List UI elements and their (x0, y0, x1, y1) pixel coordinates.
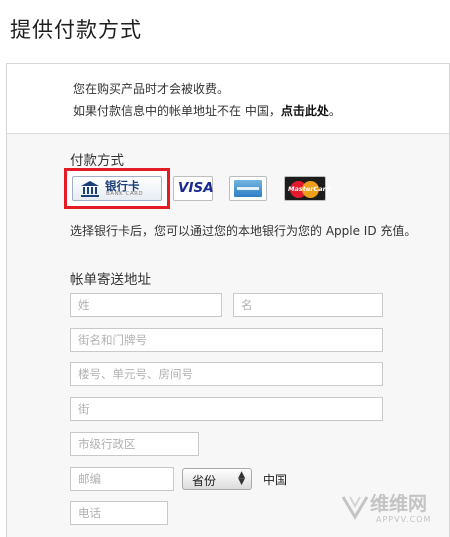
payment-method-title: 付款方式 (70, 153, 124, 169)
province-select-label: 省份 (192, 474, 217, 488)
bank-card-sublabel: BANK CARD (106, 191, 144, 197)
billing-address-title: 帐单寄送地址 (70, 272, 151, 288)
bank-card-option-selected[interactable]: 银行卡 BANK CARD (64, 168, 170, 209)
bank-icon (81, 181, 99, 197)
notice-line-1: 您在购买产品时才会被收费。 (73, 82, 230, 96)
notice-line-2-suffix: 。 (328, 104, 341, 118)
watermark-logo-icon (341, 496, 369, 520)
notice-line-2-prefix: 如果付款信息中的帐单地址不在 中国， (73, 104, 281, 118)
country-label: 中国 (263, 473, 288, 487)
first-name-input[interactable] (233, 293, 383, 317)
phone-input[interactable] (70, 501, 168, 525)
visa-option[interactable]: VISA (173, 176, 214, 201)
watermark-text: 维维网 (370, 493, 428, 515)
amex-logo-icon (234, 180, 262, 197)
watermark-url: APPVV.COM (376, 515, 432, 524)
watermark: 维维网 APPVV.COM (338, 487, 450, 532)
street-line-2-input[interactable] (70, 397, 383, 421)
last-name-input[interactable] (70, 293, 222, 317)
payment-panel: 您在购买产品时才会被收费。 如果付款信息中的帐单地址不在 中国，点击此处。 付款… (6, 63, 450, 537)
charge-notice: 您在购买产品时才会被收费。 如果付款信息中的帐单地址不在 中国，点击此处。 (7, 64, 449, 134)
click-here-link[interactable]: 点击此处 (281, 104, 329, 118)
street-input[interactable] (70, 328, 383, 352)
city-input[interactable] (70, 432, 199, 456)
updown-arrow-icon: ▲ ▼ (238, 470, 245, 487)
province-select[interactable]: 省份 ▲ ▼ (182, 468, 252, 490)
mastercard-option[interactable]: MasterCard (284, 176, 330, 201)
page-title: 提供付款方式 (10, 18, 142, 42)
zip-input[interactable] (70, 467, 174, 491)
unit-input[interactable] (70, 362, 383, 386)
bank-card-description: 选择银行卡后，您可以通过您的本地银行为您的 Apple ID 充值。 (70, 224, 417, 238)
bank-card-button[interactable]: 银行卡 BANK CARD (72, 176, 162, 201)
mastercard-logo: MasterCard (288, 185, 331, 193)
notice-line-2: 如果付款信息中的帐单地址不在 中国，点击此处。 (73, 102, 341, 119)
visa-logo: VISA (178, 180, 214, 196)
amex-option[interactable] (229, 176, 267, 201)
